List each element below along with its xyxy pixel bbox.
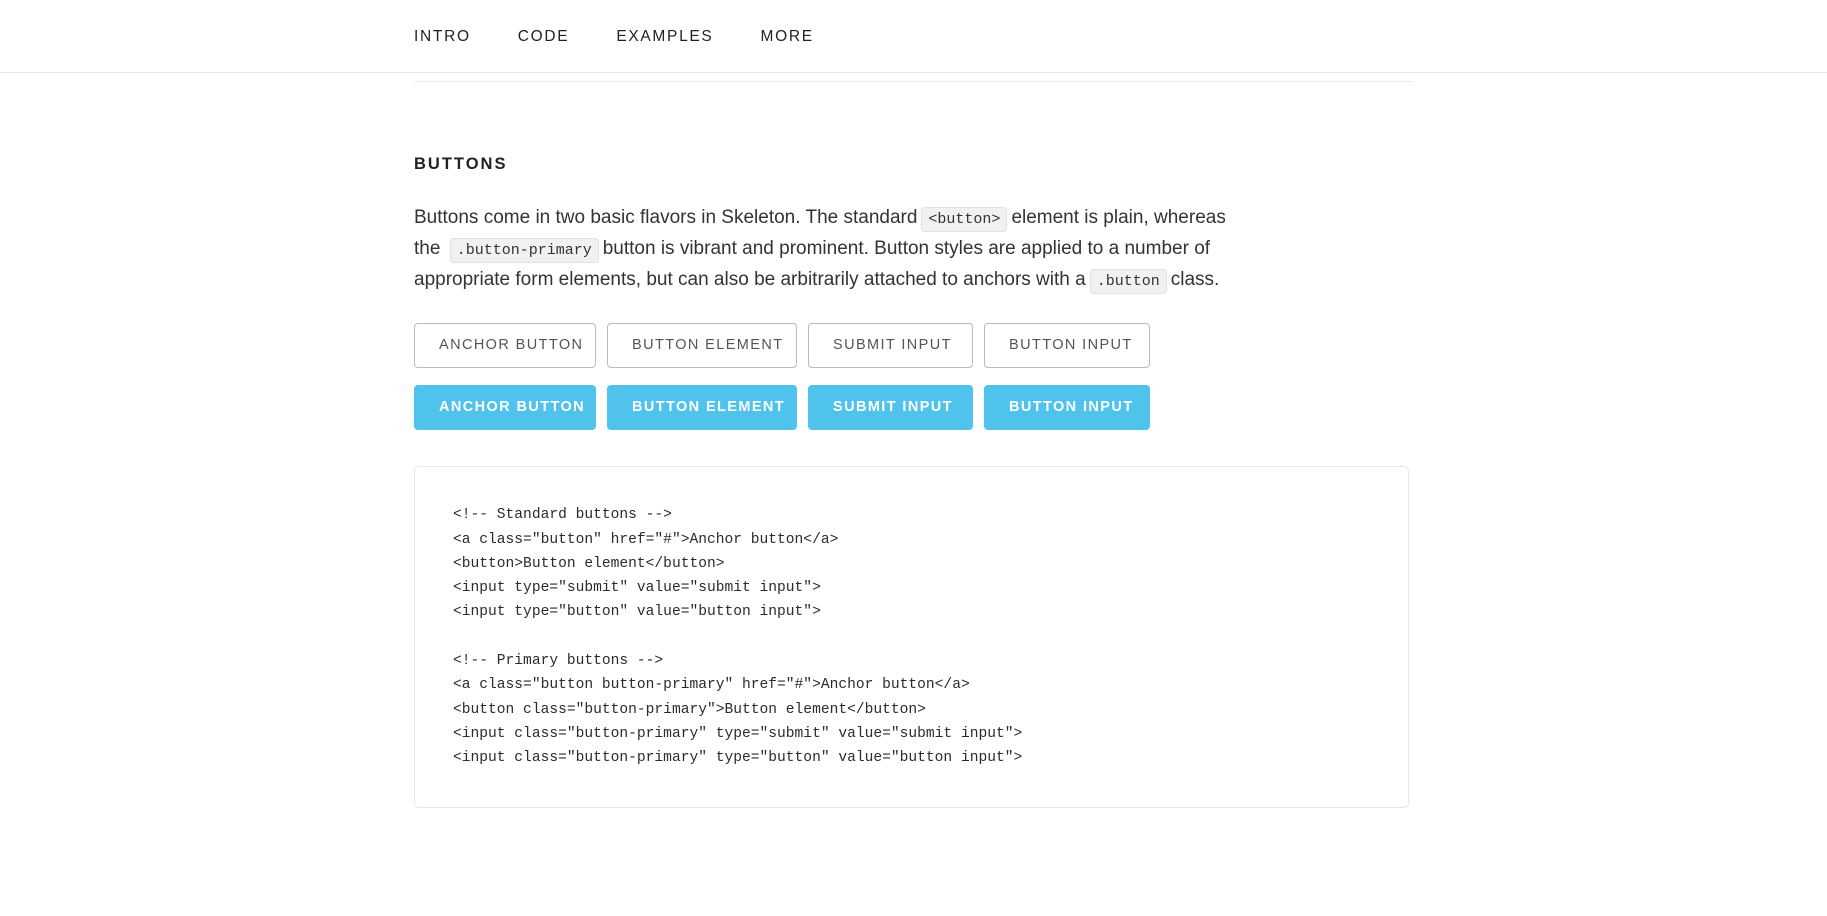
- standard-buttons-row: ANCHOR BUTTON BUTTON ELEMENT SUBMIT INPU…: [414, 323, 1414, 369]
- primary-buttons-row: ANCHOR BUTTON BUTTON ELEMENT SUBMIT INPU…: [414, 385, 1414, 431]
- top-navigation-bar: INTRO CODE EXAMPLES MORE: [0, 0, 1827, 73]
- nav-item-intro[interactable]: INTRO: [414, 29, 471, 45]
- description-text-part-4: class.: [1170, 268, 1220, 290]
- anchor-button-standard[interactable]: ANCHOR BUTTON: [414, 323, 596, 369]
- nav-links: INTRO CODE EXAMPLES MORE: [414, 0, 814, 73]
- code-sample-text: <!-- Standard buttons --> <a class="butt…: [453, 507, 1023, 767]
- code-sample-card: <!-- Standard buttons --> <a class="butt…: [414, 466, 1409, 808]
- inline-code-button-element: <button>: [921, 207, 1008, 232]
- nav-item-code[interactable]: CODE: [518, 29, 570, 45]
- button-input-standard[interactable]: BUTTON INPUT: [984, 323, 1150, 369]
- section-divider: [414, 81, 1414, 82]
- page-title: BUTTONS: [414, 155, 508, 173]
- nav-item-examples[interactable]: EXAMPLES: [616, 29, 713, 45]
- nav-item-more[interactable]: MORE: [760, 29, 813, 45]
- button-element-standard[interactable]: BUTTON ELEMENT: [607, 323, 797, 369]
- inline-code-button-primary: .button-primary: [449, 237, 599, 263]
- section-description: Buttons come in two basic flavors in Ske…: [414, 203, 1234, 295]
- submit-input-primary[interactable]: SUBMIT INPUT: [808, 385, 973, 431]
- page-container: BUTTONS Buttons come in two basic flavor…: [414, 81, 1414, 808]
- inline-code-button-class: .button: [1089, 268, 1167, 294]
- anchor-button-primary[interactable]: ANCHOR BUTTON: [414, 385, 596, 431]
- button-element-primary[interactable]: BUTTON ELEMENT: [607, 385, 797, 431]
- description-text-part-1: Buttons come in two basic flavors in Ske…: [414, 207, 918, 228]
- submit-input-standard[interactable]: SUBMIT INPUT: [808, 323, 973, 369]
- button-input-primary[interactable]: BUTTON INPUT: [984, 385, 1150, 431]
